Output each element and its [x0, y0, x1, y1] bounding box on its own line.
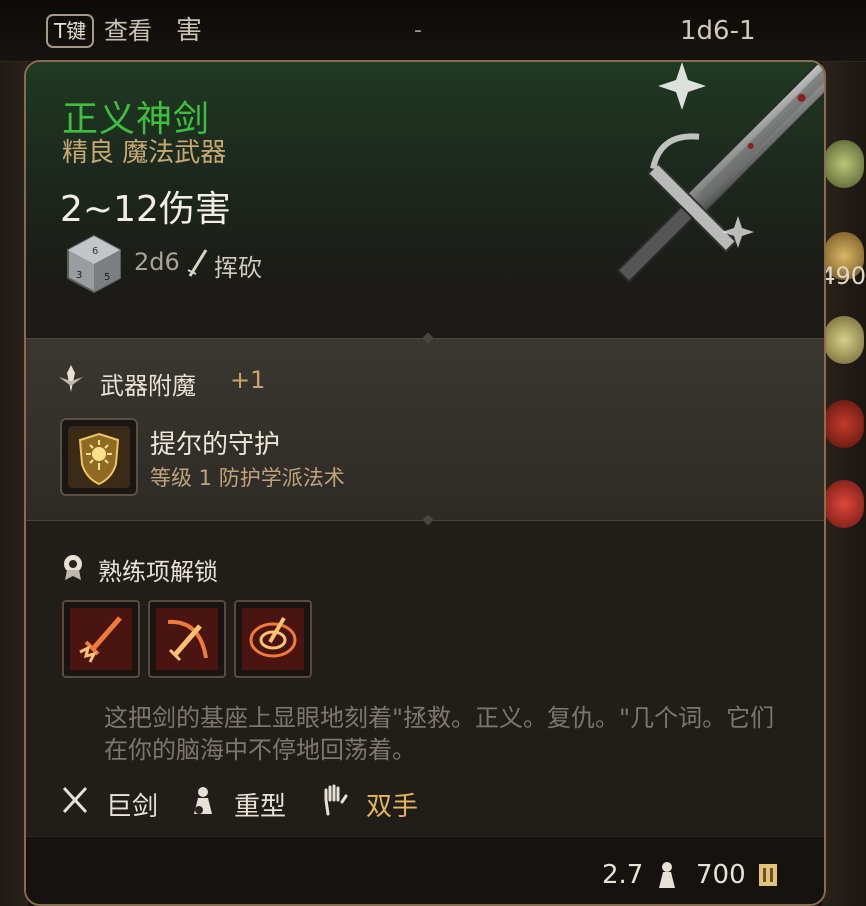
dash-placeholder: - — [414, 18, 422, 43]
sword-strike-icon[interactable] — [62, 600, 140, 678]
damage-range: 2~12伤害 — [60, 189, 231, 230]
item-rarity-type: 精良 魔法武器 — [62, 138, 227, 168]
gold-coin-icon — [759, 864, 777, 886]
t-key-badge[interactable]: T键 — [46, 14, 95, 48]
potion-item-icon[interactable] — [824, 400, 864, 448]
item-price: 700 — [696, 860, 746, 890]
two-hands-icon — [324, 784, 348, 816]
crossed-swords-icon — [62, 786, 88, 814]
svg-text:5: 5 — [104, 272, 110, 283]
handedness: 双手 — [366, 792, 419, 822]
grapes-item-icon[interactable] — [824, 140, 864, 188]
slash-arc-icon[interactable] — [148, 600, 226, 678]
enchant-bonus: +1 — [230, 366, 266, 394]
weight-class: 重型 — [234, 792, 287, 822]
flavor-text: 这把剑的基座上显眼地刻着"拯救。正义。复仇。"几个词。它们在你的脑海中不停地回荡… — [104, 704, 775, 764]
spell-icon-box[interactable] — [60, 418, 138, 496]
whirlwind-icon[interactable] — [234, 600, 312, 678]
top-dice-value: 1d6-1 — [680, 16, 756, 46]
shield-sun-icon — [68, 426, 130, 488]
top-bar: T键 查看 害 - 1d6-1 — [0, 0, 866, 62]
right-inventory-edge — [822, 62, 866, 906]
proficiency-badge-icon — [64, 555, 82, 580]
mushroom-item-icon[interactable] — [824, 480, 864, 528]
truncated-text: 害 — [176, 16, 203, 46]
svg-text:3: 3 — [76, 270, 82, 281]
spell-name: 提尔的守护 — [150, 430, 281, 460]
side-item-count: 490 — [820, 262, 866, 290]
dice-icon: 6 3 5 — [67, 234, 121, 294]
enchant-title: 武器附魔 — [100, 372, 196, 400]
greatsword-icon — [616, 62, 824, 284]
weapon-category: 巨剑 — [106, 792, 159, 822]
slashing-icon — [187, 249, 208, 277]
view-hint-label: 查看 — [104, 17, 152, 45]
svg-text:6: 6 — [92, 246, 98, 257]
heavy-weight-icon — [194, 787, 212, 814]
food-item-icon[interactable] — [824, 316, 864, 364]
item-tooltip: 正义神剑 精良 魔法武器 2~12伤害 6 3 5 2d6 挥砍 武器附魔 +1 — [24, 60, 826, 906]
spell-description: 等级 1 防护学派法术 — [150, 466, 345, 490]
damage-dice: 2d6 — [134, 248, 180, 276]
enchant-sword-icon — [59, 365, 83, 392]
proficiency-title: 熟练项解锁 — [98, 558, 218, 586]
damage-type: 挥砍 — [214, 254, 262, 282]
item-weight: 2.7 — [602, 860, 644, 890]
weight-icon — [659, 862, 675, 888]
